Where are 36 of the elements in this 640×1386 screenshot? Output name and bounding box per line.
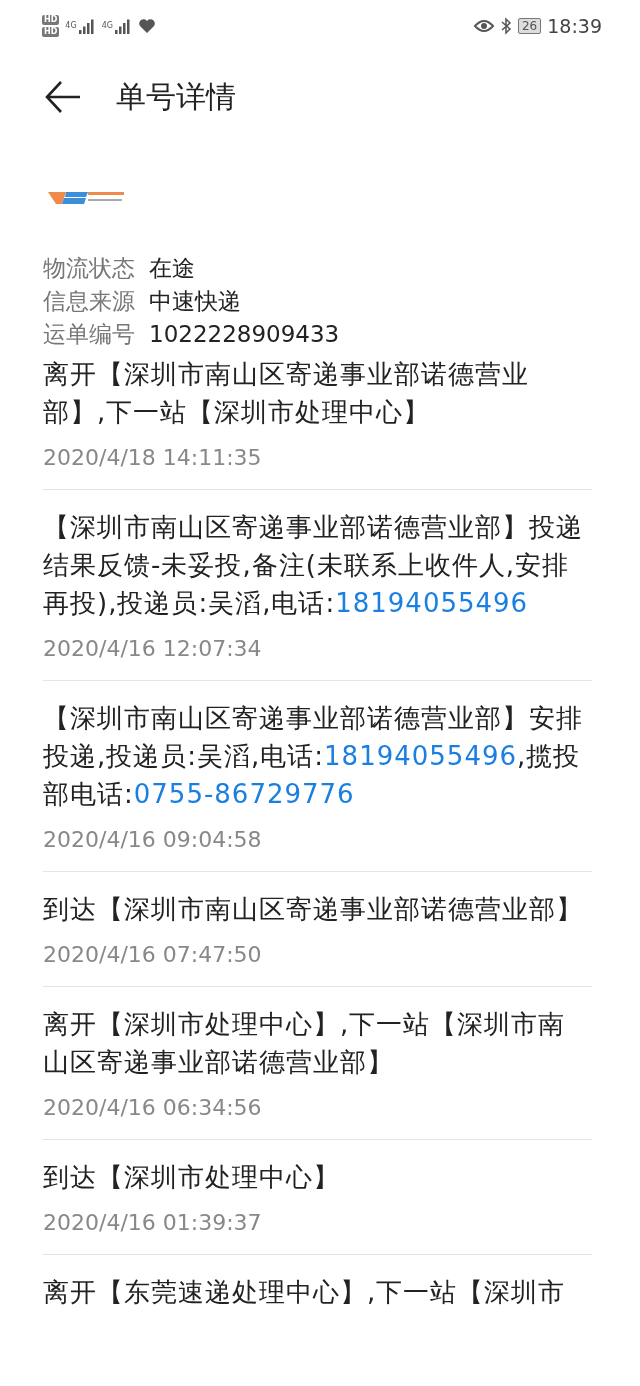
signal-icon [113, 18, 132, 34]
info-value: 中速快递 [149, 287, 241, 316]
event-time: 2020/4/16 06:34:56 [43, 1094, 263, 1122]
back-button[interactable] [44, 80, 82, 114]
eye-icon [473, 19, 494, 33]
info-value: 在途 [149, 254, 195, 283]
info-value: 1022228909433 [149, 320, 340, 349]
network-label: 4G [65, 21, 77, 31]
logo-icon [48, 190, 124, 206]
event-description: 到达【深圳市南山区寄递事业部诺德营业部】 [43, 893, 584, 926]
signal-icon [77, 18, 96, 34]
bluetooth-icon [499, 17, 512, 35]
phone-link[interactable]: 0755-86729776 [133, 779, 355, 809]
phone-link[interactable]: 18194055496 [335, 588, 529, 618]
clock-time: 18:39 [547, 15, 602, 37]
heart-icon [137, 18, 156, 34]
info-label: 运单编号 [43, 320, 135, 349]
event-time: 2020/4/18 14:11:35 [43, 444, 263, 472]
phone-link[interactable]: 18194055496 [324, 741, 518, 771]
event-description: 离开【深圳市南山区寄递事业部诺德营业部】,下一站【深圳市处理中心】 [43, 358, 530, 429]
sim-badge: HD [42, 27, 60, 37]
event-description: 【深圳市南山区寄递事业部诺德营业部】安排投递,投递员:吴滔,电话:18194055496,揽投部电话:0755-86729776 [43, 702, 584, 811]
page-title: 单号详情 [116, 77, 236, 116]
battery-icon: 26 [517, 18, 542, 34]
event-time: 2020/4/16 12:07:34 [43, 635, 263, 663]
event-description: 【深圳市南山区寄递事业部诺德营业部】投递结果反馈-未妥投,备注(未联系上收件人,安排再投),投递员:吴滔,电话:18194055496 [43, 511, 584, 620]
sim-badge: HD [42, 15, 60, 25]
event-time: 2020/4/16 01:39:37 [43, 1209, 263, 1237]
info-label: 信息来源 [43, 287, 135, 316]
info-label: 物流状态 [43, 254, 135, 283]
event-time: 2020/4/16 09:04:58 [43, 826, 263, 854]
event-time: 2020/4/16 07:47:50 [43, 941, 263, 969]
event-description: 离开【深圳市处理中心】,下一站【深圳市南山区寄递事业部诺德营业部】 [43, 1008, 567, 1079]
network-label: 4G [101, 21, 113, 31]
event-description: 离开【东莞速递处理中心】,下一站【深圳市 [43, 1276, 567, 1309]
event-description: 到达【深圳市处理中心】 [43, 1161, 341, 1194]
